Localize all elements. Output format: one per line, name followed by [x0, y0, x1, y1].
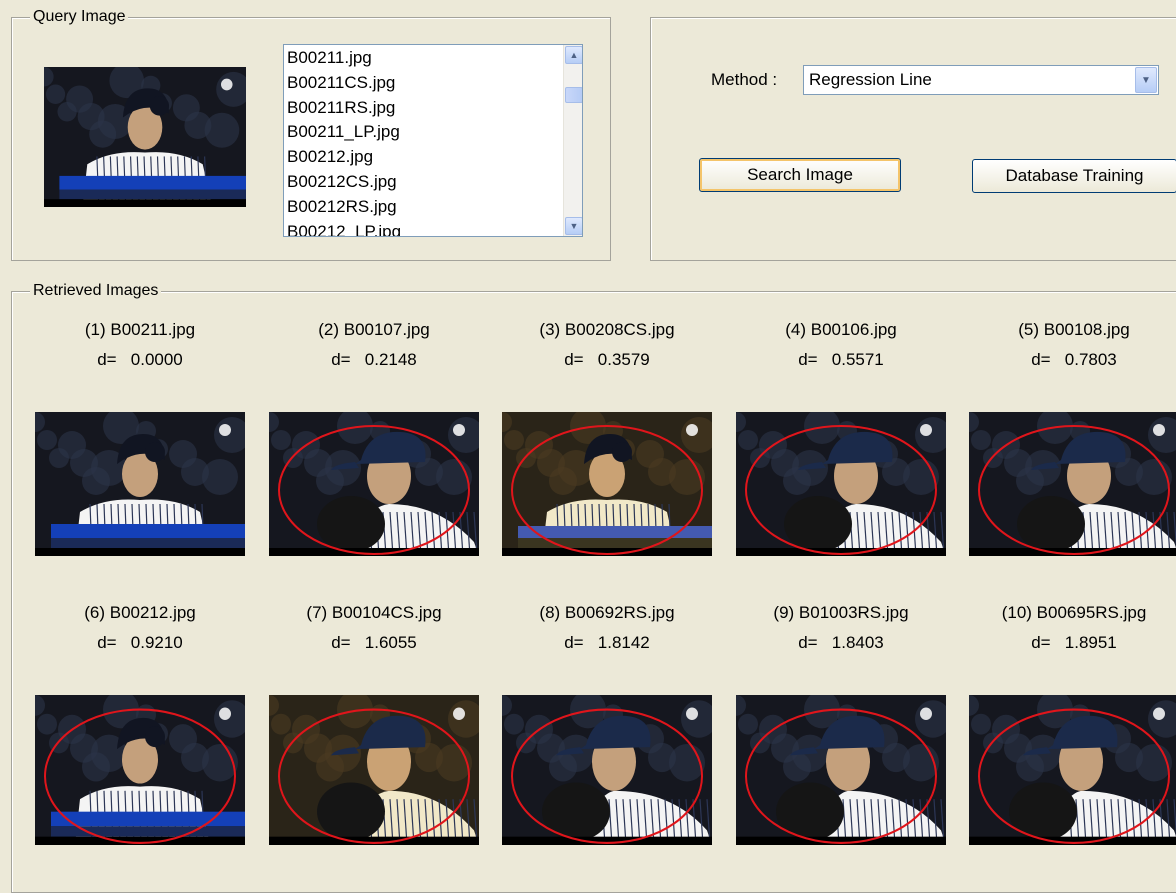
result-image[interactable]	[35, 695, 245, 845]
result-title: (5) B00108.jpg	[1018, 320, 1130, 339]
result-image[interactable]	[269, 695, 479, 845]
result-distance: d= 0.9210	[97, 633, 183, 652]
result-image[interactable]	[35, 412, 245, 556]
result-image[interactable]	[736, 412, 946, 556]
database-training-button[interactable]: Database Training	[972, 159, 1176, 193]
result-title: (10) B00695RS.jpg	[1001, 603, 1147, 622]
file-list-item[interactable]: B00212RS.jpg	[286, 195, 562, 220]
scroll-thumb[interactable]	[565, 87, 582, 103]
result-title: (9) B01003RS.jpg	[773, 603, 909, 622]
result-distance: d= 0.2148	[331, 350, 417, 369]
result-image[interactable]	[969, 412, 1176, 556]
method-label: Method :	[711, 70, 778, 89]
retrieved-images-group-title: Retrieved Images	[30, 282, 162, 300]
scroll-down-icon[interactable]: ▼	[565, 217, 582, 235]
method-select[interactable]: Regression Line ▼	[803, 65, 1159, 95]
search-image-button[interactable]: Search Image	[699, 158, 901, 192]
result-distance: d= 0.5571	[798, 350, 884, 369]
result-image[interactable]	[269, 412, 479, 556]
file-list-item[interactable]: B00212_LP.jpg	[286, 220, 562, 236]
method-group	[650, 17, 1176, 261]
result-distance: d= 0.7803	[1031, 350, 1117, 369]
result-title: (7) B00104CS.jpg	[306, 603, 442, 622]
result-image[interactable]	[502, 695, 712, 845]
file-list-item[interactable]: B00211_LP.jpg	[286, 120, 562, 145]
result-title: (3) B00208CS.jpg	[539, 320, 675, 339]
result-title: (2) B00107.jpg	[318, 320, 430, 339]
method-value: Regression Line	[809, 70, 932, 89]
query-image-group-title: Query Image	[30, 8, 129, 26]
result-title: (4) B00106.jpg	[785, 320, 897, 339]
file-list-item[interactable]: B00211RS.jpg	[286, 96, 562, 121]
file-list-item[interactable]: B00212CS.jpg	[286, 170, 562, 195]
result-distance: d= 1.6055	[331, 633, 417, 652]
file-list-item[interactable]: B00211.jpg	[286, 46, 562, 71]
listbox-scrollbar[interactable]: ▲ ▼	[563, 45, 582, 236]
scroll-up-icon[interactable]: ▲	[565, 46, 582, 64]
result-distance: d= 0.3579	[564, 350, 650, 369]
result-title: (6) B00212.jpg	[84, 603, 196, 622]
result-image[interactable]	[736, 695, 946, 845]
chevron-down-icon[interactable]: ▼	[1135, 67, 1157, 93]
file-listbox[interactable]: B00211.jpg B00211CS.jpg B00211RS.jpg B00211…	[283, 44, 583, 237]
result-distance: d= 1.8951	[1031, 633, 1117, 652]
file-list-item[interactable]: B00211CS.jpg	[286, 71, 562, 96]
result-distance: d= 1.8403	[798, 633, 884, 652]
result-distance: d= 0.0000	[97, 350, 183, 369]
result-title: (8) B00692RS.jpg	[539, 603, 675, 622]
file-list: B00211.jpg B00211CS.jpg B00211RS.jpg B00211…	[286, 46, 562, 236]
file-list-item[interactable]: B00212.jpg	[286, 145, 562, 170]
result-distance: d= 1.8142	[564, 633, 650, 652]
result-image[interactable]	[502, 412, 712, 556]
result-image[interactable]	[969, 695, 1176, 845]
query-image	[44, 67, 246, 207]
result-title: (1) B00211.jpg	[84, 320, 196, 339]
